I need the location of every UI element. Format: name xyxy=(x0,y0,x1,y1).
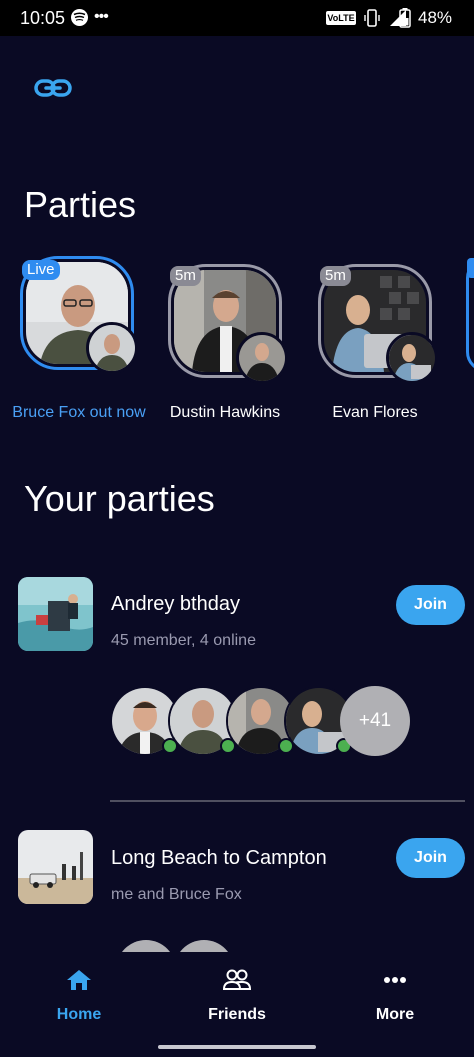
bottom-nav: Home Friends More xyxy=(0,952,474,1057)
story-host-avatar xyxy=(386,332,438,384)
battery-icon xyxy=(399,8,411,28)
vibrate-icon xyxy=(364,9,380,27)
story-host-avatar xyxy=(86,322,138,374)
status-time: 10:05 xyxy=(20,8,66,28)
more-dots-icon: ••• xyxy=(94,8,109,25)
nav-more[interactable]: More xyxy=(316,952,474,1042)
nav-label: More xyxy=(375,1006,415,1023)
party-subtitle: 45 member, 4 online xyxy=(111,632,256,649)
party-thumbnail[interactable] xyxy=(18,577,93,651)
party-thumbnail[interactable] xyxy=(18,830,93,904)
battery-percent: 48% xyxy=(418,8,453,27)
time-badge: 5m xyxy=(170,266,201,286)
nav-label: Friends xyxy=(208,1006,266,1023)
status-bar: 10:05 ••• VoLTE 48% xyxy=(0,0,474,36)
story-name: Evan Flores xyxy=(332,404,418,421)
time-badge: 5m xyxy=(320,266,351,286)
story-host-avatar xyxy=(236,332,288,384)
home-indicator[interactable] xyxy=(158,1045,316,1049)
home-icon xyxy=(67,970,91,990)
your-parties-title: Your parties xyxy=(24,478,215,519)
member-avatars[interactable]: +41 xyxy=(110,686,430,758)
friends-icon xyxy=(222,969,252,990)
party-subtitle: me and Bruce Fox xyxy=(111,886,242,903)
join-button[interactable]: Join xyxy=(396,838,465,878)
nav-friends[interactable]: Friends xyxy=(158,952,316,1042)
live-badge-partial xyxy=(467,258,474,278)
more-members-count[interactable]: +41 xyxy=(340,686,410,756)
screen: 10:05 ••• VoLTE 48% Parties Live Bruce F… xyxy=(0,0,474,1057)
divider xyxy=(110,800,465,802)
link-icon[interactable] xyxy=(34,76,72,100)
spotify-icon xyxy=(71,9,88,26)
join-button[interactable]: Join xyxy=(396,585,465,625)
parties-title: Parties xyxy=(24,184,137,225)
story-name: Dustin Hawkins xyxy=(169,404,281,421)
party-name[interactable]: Andrey bthday xyxy=(111,593,240,616)
story-name: Bruce Fox out now xyxy=(12,404,146,421)
party-name[interactable]: Long Beach to Campton xyxy=(111,847,327,870)
nav-label: Home xyxy=(56,1006,102,1023)
more-icon xyxy=(384,977,406,983)
volte-badge: VoLTE xyxy=(326,11,356,25)
live-badge: Live xyxy=(22,260,60,280)
nav-home[interactable]: Home xyxy=(0,952,158,1042)
